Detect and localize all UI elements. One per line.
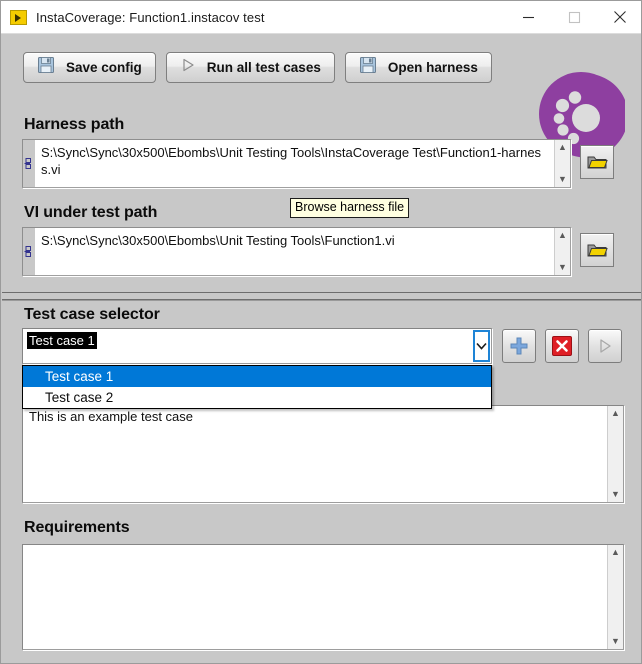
save-config-button[interactable]: Save config [23, 52, 156, 83]
harness-path-input[interactable]: S:\Sync\Sync\30x500\Ebombs\Unit Testing … [22, 139, 571, 188]
top-panel: Save config Run all test cases Open harn… [2, 34, 641, 292]
save-disk-icon [37, 56, 55, 79]
harness-path-text-area[interactable]: S:\Sync\Sync\30x500\Ebombs\Unit Testing … [35, 140, 554, 187]
window-title: InstaCoverage: Function1.instacov test [36, 9, 265, 25]
requirements-scrollbar[interactable]: ▲ ▼ [607, 545, 623, 649]
browse-harness-tooltip: Browse harness file [290, 198, 410, 218]
scroll-down-icon[interactable]: ▼ [611, 637, 620, 646]
open-harness-label: Open harness [387, 60, 478, 75]
run-test-case-button[interactable] [588, 329, 622, 363]
title-bar: InstaCoverage: Function1.instacov test [1, 1, 641, 34]
vi-under-test-heading: VI under test path [24, 204, 158, 221]
vi-path-row: S:\Sync\Sync\30x500\Ebombs\Unit Testing … [22, 227, 624, 276]
dropdown-option-test-case-1[interactable]: Test case 1 [23, 366, 491, 387]
requirements-heading: Requirements [24, 519, 130, 536]
scroll-down-icon[interactable]: ▼ [558, 263, 567, 272]
folder-icon [587, 244, 608, 257]
play-triangle-icon [180, 57, 196, 78]
vi-under-test-path-value: S:\Sync\Sync\30x500\Ebombs\Unit Testing … [41, 233, 395, 248]
labview-vi-icon [10, 9, 27, 25]
scroll-up-icon[interactable]: ▲ [558, 231, 567, 240]
maximize-icon[interactable] [551, 1, 597, 34]
requirements-input[interactable]: ▲ ▼ [22, 544, 624, 650]
vi-path-text-area[interactable]: S:\Sync\Sync\30x500\Ebombs\Unit Testing … [35, 228, 554, 275]
open-harness-button[interactable]: Open harness [344, 52, 492, 83]
test-case-combo-box[interactable]: Test case 1 [22, 328, 492, 364]
requirements-content[interactable] [23, 545, 607, 649]
harness-path-value: S:\Sync\Sync\30x500\Ebombs\Unit Testing … [41, 145, 542, 177]
run-all-test-cases-button[interactable]: Run all test cases [165, 52, 335, 83]
vi-path-scrollbar[interactable]: ▲ ▼ [554, 228, 570, 275]
scroll-up-icon[interactable]: ▲ [611, 409, 620, 418]
scroll-up-icon[interactable]: ▲ [558, 143, 567, 152]
application-window: InstaCoverage: Function1.instacov test S… [0, 0, 642, 664]
run-all-test-cases-label: Run all test cases [206, 60, 321, 75]
bottom-panel: Test case selector Test case 1 Test case… [2, 300, 641, 663]
window-controls [505, 1, 641, 34]
play-triangle-icon [600, 339, 611, 353]
test-case-dropdown-list[interactable]: Test case 1 Test case 2 [22, 365, 492, 409]
open-disk-icon [359, 56, 377, 79]
harness-path-row: S:\Sync\Sync\30x500\Ebombs\Unit Testing … [22, 139, 624, 188]
plus-icon [510, 337, 528, 355]
test-case-description-input[interactable]: This is an example test case ▲ ▼ [22, 405, 624, 503]
add-test-case-button[interactable] [502, 329, 536, 363]
harness-path-heading: Harness path [24, 116, 125, 133]
save-config-label: Save config [66, 60, 142, 75]
close-icon[interactable] [597, 1, 641, 34]
chevron-down-icon[interactable] [473, 330, 490, 362]
test-case-combo-text[interactable]: Test case 1 [23, 329, 473, 363]
test-case-selected-value: Test case 1 [27, 332, 97, 349]
harness-path-scrollbar[interactable]: ▲ ▼ [554, 140, 570, 187]
harness-browse-button[interactable] [580, 145, 614, 179]
scroll-down-icon[interactable]: ▼ [558, 175, 567, 184]
delete-test-case-button[interactable] [545, 329, 579, 363]
dropdown-option-test-case-2[interactable]: Test case 2 [23, 387, 491, 408]
panel-splitter[interactable] [2, 292, 641, 300]
description-value: This is an example test case [29, 409, 194, 424]
description-content[interactable]: This is an example test case [23, 406, 607, 502]
vi-under-test-path-input[interactable]: S:\Sync\Sync\30x500\Ebombs\Unit Testing … [22, 227, 571, 276]
path-terminal-glyph [23, 140, 35, 187]
scroll-down-icon[interactable]: ▼ [611, 490, 620, 499]
red-x-icon [552, 336, 572, 356]
description-scrollbar[interactable]: ▲ ▼ [607, 406, 623, 502]
test-case-selector-heading: Test case selector [24, 306, 160, 323]
vi-browse-button[interactable] [580, 233, 614, 267]
scroll-up-icon[interactable]: ▲ [611, 548, 620, 557]
minimize-icon[interactable] [505, 1, 551, 34]
toolbar: Save config Run all test cases Open harn… [23, 52, 492, 83]
path-terminal-glyph [23, 228, 35, 275]
folder-icon [587, 156, 608, 169]
